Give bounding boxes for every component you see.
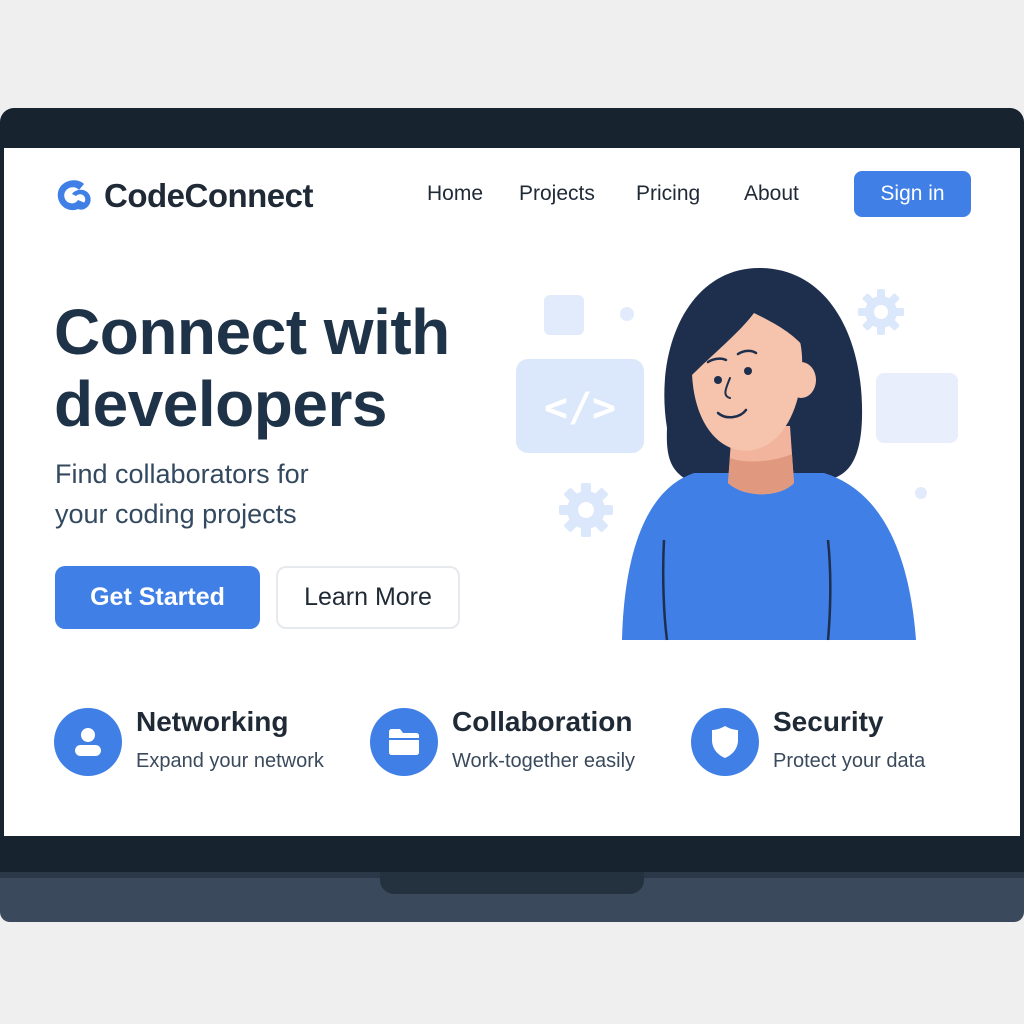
deco-square-right: [876, 373, 958, 443]
nav-projects[interactable]: Projects: [519, 182, 595, 206]
feature-description: Work-together easily: [452, 750, 636, 772]
deco-dot: [620, 307, 634, 321]
brand-name: CodeConnect: [104, 177, 314, 214]
nav-pricing[interactable]: Pricing: [636, 182, 700, 206]
deco-square: [544, 295, 584, 335]
hero-subtitle-line-2: your coding projects: [55, 499, 297, 529]
get-started-button[interactable]: Get Started: [55, 566, 260, 629]
hero-title-line-1: Connect with: [54, 296, 450, 368]
brand-logo[interactable]: CodeConnect: [54, 176, 314, 216]
feature-title: Security: [773, 706, 884, 737]
hero-title-line-2: developers: [54, 368, 387, 440]
sign-in-button[interactable]: Sign in: [854, 171, 971, 217]
folder-icon: [370, 708, 438, 776]
hero-subtitle: Find collaborators for your coding proje…: [55, 454, 375, 534]
hero-illustration: </>: [516, 268, 958, 641]
gear-icon-right: [858, 289, 904, 335]
user-icon: [54, 708, 122, 776]
shield-icon: [691, 708, 759, 776]
nav-home[interactable]: Home: [427, 182, 483, 206]
hero-subtitle-line-1: Find collaborators for: [55, 459, 309, 489]
feature-description: Protect your data: [773, 750, 926, 772]
browser-screen: CodeConnect Home Projects Pricing About …: [4, 148, 1020, 836]
hero-title: Connect with developers: [54, 296, 514, 440]
feature-title: Collaboration: [452, 706, 633, 737]
logo-mark-icon: [57, 180, 91, 211]
learn-more-button[interactable]: Learn More: [276, 566, 460, 629]
nav-about[interactable]: About: [744, 182, 799, 206]
gear-icon-left: [559, 483, 613, 537]
code-symbol: </>: [544, 385, 616, 431]
feature-description: Expand your network: [136, 750, 324, 772]
deco-dot-right: [915, 487, 927, 499]
feature-title: Networking: [136, 706, 289, 737]
laptop-notch: [380, 872, 644, 894]
